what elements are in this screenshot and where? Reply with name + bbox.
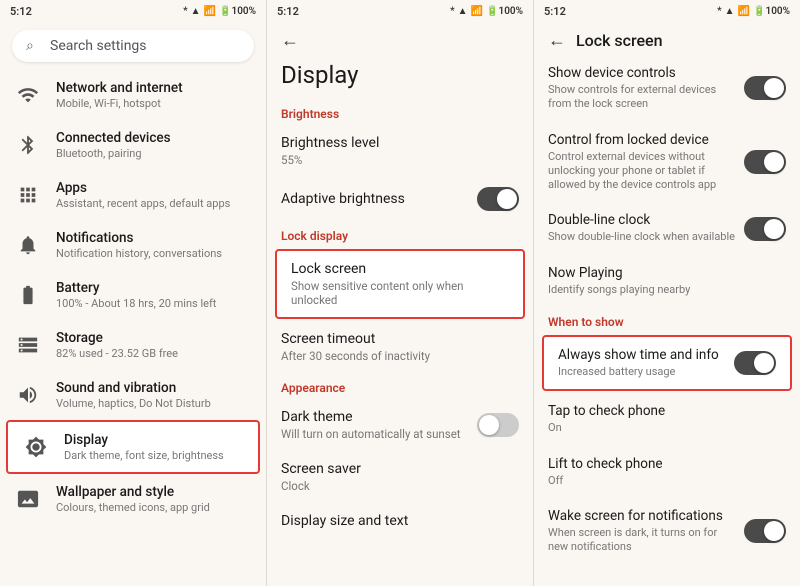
lock-display-section-label: Lock display	[267, 221, 533, 247]
when-to-show-label: When to show	[534, 307, 800, 333]
back-button-lock[interactable]: ←	[548, 30, 566, 51]
display-title: Display	[64, 432, 244, 448]
always-show-time-item[interactable]: Always show time and info Increased batt…	[542, 335, 792, 391]
lock-screen-panel: 5:12 * ▲ 📶 🔋100% ← Lock screen Show devi…	[533, 0, 800, 586]
dark-theme-toggle[interactable]	[477, 413, 519, 437]
status-bar-2: 5:12 * ▲ 📶 🔋100%	[267, 0, 533, 22]
settings-item-apps[interactable]: Apps Assistant, recent apps, default app…	[0, 170, 266, 220]
apps-subtitle: Assistant, recent apps, default apps	[56, 197, 252, 210]
sound-title: Sound and vibration	[56, 380, 252, 396]
notifications-subtitle: Notification history, conversations	[56, 247, 252, 260]
battery-subtitle: 100% - About 18 hrs, 20 mins left	[56, 297, 252, 310]
display-panel: 5:12 * ▲ 📶 🔋100% ← Display Brightness Br…	[266, 0, 533, 586]
show-device-controls-item[interactable]: Show device controls Show controls for e…	[534, 55, 800, 122]
appearance-section-label: Appearance	[267, 373, 533, 399]
status-icons-2: * ▲ 📶 🔋100%	[450, 6, 523, 17]
sound-subtitle: Volume, haptics, Do Not Disturb	[56, 397, 252, 410]
network-title: Network and internet	[56, 80, 252, 96]
lock-screen-title: Lock screen	[576, 31, 663, 50]
storage-subtitle: 82% used - 23.52 GB free	[56, 347, 252, 360]
tap-to-check-item[interactable]: Tap to check phone On	[534, 393, 800, 445]
apps-title: Apps	[56, 180, 252, 196]
wallpaper-icon	[14, 485, 42, 513]
wallpaper-title: Wallpaper and style	[56, 484, 252, 500]
wifi-icon	[14, 81, 42, 109]
brightness-section-label: Brightness	[267, 99, 533, 125]
display-icon	[22, 433, 50, 461]
show-device-controls-toggle[interactable]	[744, 76, 786, 100]
lock-screen-item[interactable]: Lock screen Show sensitive content only …	[275, 249, 525, 319]
time-2: 5:12	[277, 5, 299, 18]
adaptive-brightness-toggle[interactable]	[477, 187, 519, 211]
time-3: 5:12	[544, 5, 566, 18]
bluetooth-icon	[14, 131, 42, 159]
settings-item-notifications[interactable]: Notifications Notification history, conv…	[0, 220, 266, 270]
now-playing-item[interactable]: Now Playing Identify songs playing nearb…	[534, 255, 800, 307]
settings-item-wallpaper[interactable]: Wallpaper and style Colours, themed icon…	[0, 474, 266, 524]
settings-panel: 5:12 * ▲ 📶 🔋100% ⌕ Search settings Netwo…	[0, 0, 266, 586]
battery-title: Battery	[56, 280, 252, 296]
sound-icon	[14, 381, 42, 409]
notifications-title: Notifications	[56, 230, 252, 246]
search-bar[interactable]: ⌕ Search settings	[12, 30, 254, 62]
connected-title: Connected devices	[56, 130, 252, 146]
status-bar-3: 5:12 * ▲ 📶 🔋100%	[534, 0, 800, 22]
display-title-heading: Display	[267, 55, 533, 99]
settings-item-connected[interactable]: Connected devices Bluetooth, pairing	[0, 120, 266, 170]
settings-item-battery[interactable]: Battery 100% - About 18 hrs, 20 mins lef…	[0, 270, 266, 320]
bell-icon	[14, 231, 42, 259]
search-label: Search settings	[50, 38, 147, 54]
wake-screen-toggle[interactable]	[744, 519, 786, 543]
display-size-item[interactable]: Display size and text	[267, 503, 533, 539]
battery-icon	[14, 281, 42, 309]
status-icons-3: * ▲ 📶 🔋100%	[717, 6, 790, 17]
storage-title: Storage	[56, 330, 252, 346]
status-icons-1: * ▲ 📶 🔋100%	[183, 6, 256, 17]
network-subtitle: Mobile, Wi-Fi, hotspot	[56, 97, 252, 110]
display-subtitle: Dark theme, font size, brightness	[64, 449, 244, 462]
lock-screen-content: Show device controls Show controls for e…	[534, 55, 800, 586]
settings-item-storage[interactable]: Storage 82% used - 23.52 GB free	[0, 320, 266, 370]
wallpaper-subtitle: Colours, themed icons, app grid	[56, 501, 252, 514]
control-locked-item[interactable]: Control from locked device Control exter…	[534, 122, 800, 203]
lift-to-check-item[interactable]: Lift to check phone Off	[534, 446, 800, 498]
settings-list: Network and internet Mobile, Wi-Fi, hots…	[0, 70, 266, 586]
search-icon: ⌕	[26, 38, 42, 54]
connected-subtitle: Bluetooth, pairing	[56, 147, 252, 160]
settings-item-network[interactable]: Network and internet Mobile, Wi-Fi, hots…	[0, 70, 266, 120]
display-header: ←	[267, 22, 533, 55]
double-line-clock-item[interactable]: Double-line clock Show double-line clock…	[534, 202, 800, 254]
screen-saver-item[interactable]: Screen saver Clock	[267, 451, 533, 503]
adaptive-brightness-item[interactable]: Adaptive brightness	[267, 177, 533, 221]
wake-screen-item[interactable]: Wake screen for notifications When scree…	[534, 498, 800, 565]
lock-screen-header: ← Lock screen	[534, 22, 800, 55]
apps-icon	[14, 181, 42, 209]
status-bar-1: 5:12 * ▲ 📶 🔋100%	[0, 0, 266, 22]
storage-icon	[14, 331, 42, 359]
display-content: Brightness Brightness level 55% Adaptive…	[267, 99, 533, 586]
back-button-display[interactable]: ←	[281, 30, 299, 51]
double-line-clock-toggle[interactable]	[744, 217, 786, 241]
dark-theme-item[interactable]: Dark theme Will turn on automatically at…	[267, 399, 533, 451]
settings-item-sound[interactable]: Sound and vibration Volume, haptics, Do …	[0, 370, 266, 420]
brightness-level-item[interactable]: Brightness level 55%	[267, 125, 533, 177]
time-1: 5:12	[10, 5, 32, 18]
settings-item-display[interactable]: Display Dark theme, font size, brightnes…	[6, 420, 260, 474]
always-show-time-toggle[interactable]	[734, 351, 776, 375]
screen-timeout-item[interactable]: Screen timeout After 30 seconds of inact…	[267, 321, 533, 373]
control-locked-toggle[interactable]	[744, 150, 786, 174]
